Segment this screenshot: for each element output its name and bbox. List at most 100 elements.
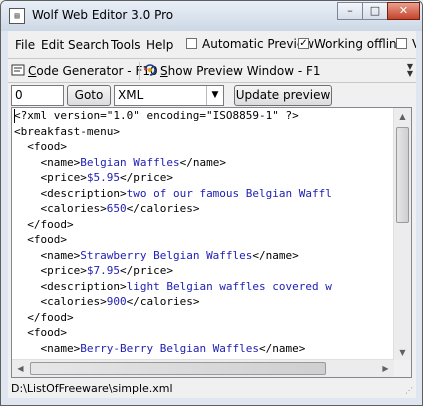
menu-tools[interactable]: Tools — [111, 38, 141, 52]
xml-tag: <breakfast-menu> — [14, 124, 120, 138]
app-icon[interactable]: ▤ — [9, 8, 25, 24]
goto-button[interactable]: Goto — [67, 85, 111, 106]
code-line: <calories>650</calories> — [14, 201, 396, 217]
code-line: <name>Berry-Berry Belgian Waffles</name> — [14, 341, 396, 357]
xml-tag: <?xml version="1.0" encoding="ISO8859-1"… — [14, 109, 299, 122]
xml-tag: </food> — [14, 217, 74, 231]
maximize-button[interactable]: □ — [362, 2, 388, 20]
code-line: <calories>900</calories> — [14, 294, 396, 310]
toolbar-overflow-icon[interactable]: ▼ ▼ — [407, 63, 413, 78]
toolbar: Code Generator - F10 Show Preview Window… — [8, 59, 416, 83]
xml-tag: <description> — [14, 186, 127, 200]
scroll-down-icon[interactable]: ▼ — [394, 344, 411, 361]
xml-tag: </food> — [14, 310, 74, 324]
code-line: </food> — [14, 217, 396, 233]
code-line: <name>Strawberry Belgian Waffles</name> — [14, 248, 396, 264]
code-line: <price>$7.95</price> — [14, 263, 396, 279]
menu-search[interactable]: Search — [68, 38, 109, 52]
xml-tag: <name> — [14, 248, 81, 262]
update-preview-button[interactable]: Update preview — [234, 85, 332, 106]
working-offline-label: Working offline — [314, 37, 405, 51]
xml-tag: <calories> — [14, 202, 107, 215]
xml-tag: </calories> — [126, 202, 200, 215]
goto-bar: 0 Goto XML ▼ Update preview — [8, 83, 416, 107]
mode-select-value: XML — [118, 88, 144, 102]
xml-tag: <calories> — [14, 295, 107, 308]
mode-select[interactable]: XML ▼ — [114, 85, 224, 106]
code-line: <food> — [14, 325, 396, 341]
xml-value: 900 — [106, 295, 127, 308]
xml-value: Belgian Waffles — [80, 155, 180, 169]
code-line: <description>two of our famous Belgian W… — [14, 186, 396, 202]
code-line: <name>Belgian Waffles</name> — [14, 155, 396, 171]
xml-tag: <food> — [14, 233, 67, 246]
code-line: <food> — [14, 139, 396, 155]
show-preview-button[interactable]: Show Preview Window - F1 — [143, 63, 321, 78]
xml-value: $5.95 — [86, 171, 120, 184]
code-line: </food> — [14, 310, 396, 326]
xml-value: light Belgian waffles covered w — [126, 279, 332, 293]
xml-tag: <price> — [14, 264, 87, 277]
code-line: <food> — [14, 232, 396, 248]
xml-tag: <price> — [14, 171, 87, 184]
automatic-preview-box[interactable] — [186, 38, 197, 49]
xml-value: two of our famous Belgian Waffl — [126, 186, 332, 200]
xml-tag: <food> — [14, 140, 67, 153]
xml-tag: </price> — [119, 171, 173, 184]
vertical-scroll-thumb[interactable] — [396, 127, 409, 223]
working-offline-checkbox[interactable]: ✓ Working offline — [298, 36, 404, 52]
third-option-box[interactable] — [396, 38, 407, 49]
menu-bar: File Edit Search Tools Help Automatic Pr… — [8, 31, 416, 58]
xml-value: Strawberry Belgian Waffles — [80, 248, 253, 262]
goto-line-input[interactable]: 0 — [11, 85, 64, 106]
xml-tag: </name> — [252, 248, 299, 262]
xml-value: $7.95 — [86, 264, 120, 277]
xml-tag: </calories> — [126, 295, 200, 308]
code-generator-icon — [11, 64, 25, 76]
chevron-down-icon[interactable]: ▼ — [206, 86, 223, 105]
minimize-button[interactable]: – — [337, 2, 363, 20]
horizontal-scrollbar[interactable]: ◀ ▶ — [12, 359, 394, 377]
code-line: <description>light Belgian waffles cover… — [14, 279, 396, 295]
xml-tag: <name> — [14, 155, 81, 169]
size-grip-icon[interactable]: ⋰ — [405, 387, 415, 397]
scroll-up-icon[interactable]: ▲ — [394, 108, 411, 125]
code-line: <breakfast-menu> — [14, 124, 396, 140]
text-caret — [14, 109, 15, 123]
xml-tag: <name> — [14, 341, 81, 355]
show-preview-mnemonic: S — [160, 64, 168, 78]
title-bar[interactable]: ▤ Wolf Web Editor 3.0 Pro – □ ✕ — [1, 1, 422, 31]
third-option-checkbox[interactable]: V — [396, 36, 416, 52]
code-text-area[interactable]: <?xml version="1.0" encoding="ISO8859-1"… — [14, 108, 396, 361]
file-path: D:\ListOfFreeware\simple.xml — [11, 382, 173, 395]
scroll-left-icon[interactable]: ◀ — [12, 360, 29, 377]
scroll-right-icon[interactable]: ▶ — [377, 360, 394, 377]
vertical-scrollbar[interactable]: ▲ ▼ — [393, 108, 411, 361]
xml-tag: </price> — [119, 264, 173, 277]
xml-value: Berry-Berry Belgian Waffles — [80, 341, 260, 355]
close-button[interactable]: ✕ — [387, 2, 420, 20]
menu-file[interactable]: File — [15, 38, 35, 52]
app-window: ▤ Wolf Web Editor 3.0 Pro – □ ✕ File Edi… — [0, 0, 423, 406]
menu-help[interactable]: Help — [146, 38, 173, 52]
third-option-label: V — [412, 37, 416, 51]
automatic-preview-checkbox[interactable]: Automatic Preview — [186, 36, 314, 52]
xml-tag: <food> — [14, 326, 67, 339]
toolbar-separator — [139, 62, 140, 80]
show-preview-label: how Preview Window - F1 — [167, 64, 321, 78]
code-line: <price>$5.95</price> — [14, 170, 396, 186]
code-line: <?xml version="1.0" encoding="ISO8859-1"… — [14, 108, 396, 124]
xml-tag: </name> — [259, 341, 306, 355]
xml-tag: <description> — [14, 279, 127, 293]
menu-edit[interactable]: Edit — [41, 38, 64, 52]
window-title: Wolf Web Editor 3.0 Pro — [32, 8, 174, 22]
horizontal-scroll-thumb[interactable] — [30, 362, 326, 375]
working-offline-box[interactable]: ✓ — [298, 38, 309, 49]
scrollbar-corner — [394, 360, 411, 377]
code-generator-button[interactable]: Code Generator - F10 — [11, 63, 158, 78]
preview-icon — [144, 64, 156, 76]
client-area: File Edit Search Tools Help Automatic Pr… — [8, 31, 416, 398]
code-editor[interactable]: <?xml version="1.0" encoding="ISO8859-1"… — [11, 107, 412, 378]
status-bar: D:\ListOfFreeware\simple.xml ⋰ — [8, 381, 416, 398]
xml-tag: </name> — [179, 155, 226, 169]
